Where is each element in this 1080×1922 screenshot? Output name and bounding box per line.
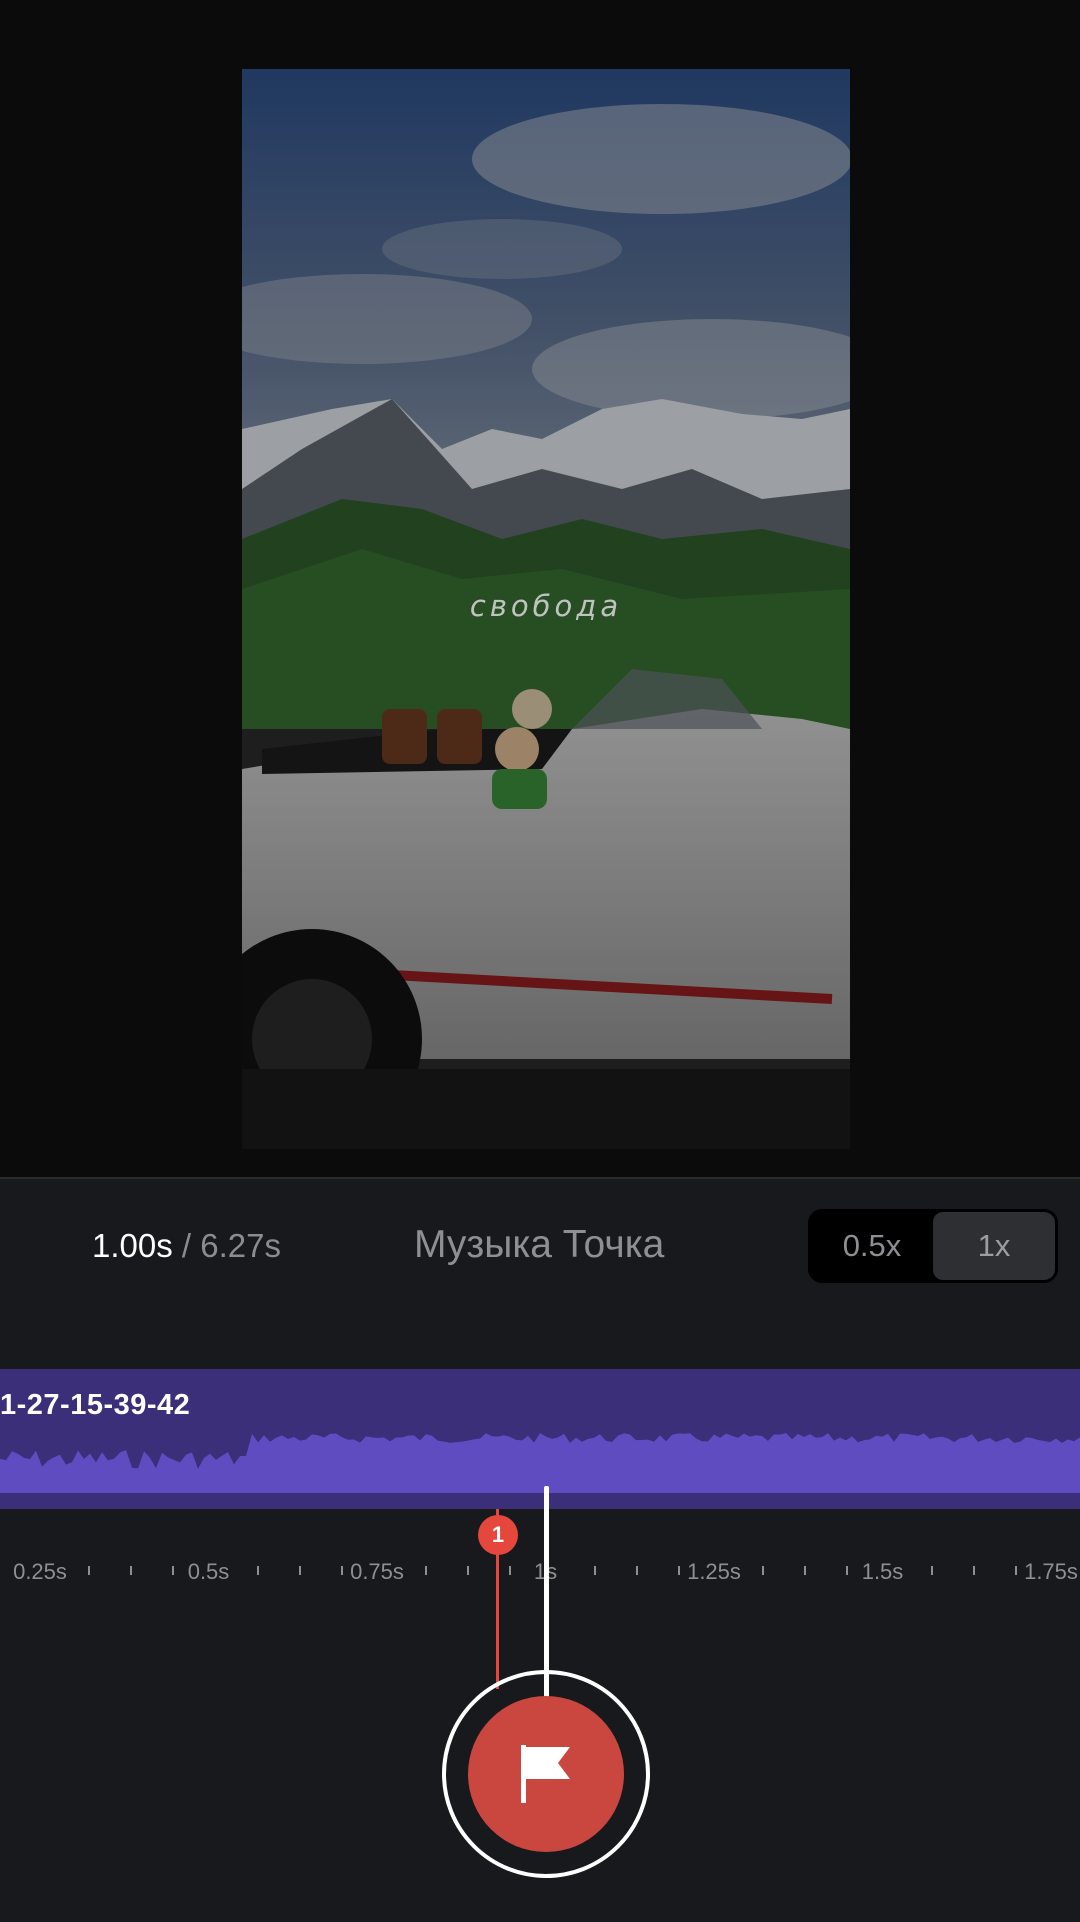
marker-badge[interactable]: 1 [478,1515,518,1555]
ruler-tick [130,1566,133,1575]
ruler-label: 1.75s [1024,1559,1078,1584]
add-marker-button[interactable] [442,1670,650,1878]
ruler-tick [635,1566,638,1575]
ruler-tick [340,1566,343,1575]
ruler-tick [846,1566,849,1575]
speed-toggle[interactable]: 0.5x 1x [808,1209,1058,1283]
ruler-tick [677,1566,680,1575]
total-time: 6.27s [200,1227,281,1264]
current-time-value: 1.00 [92,1227,157,1264]
audio-waveform [0,1433,1080,1493]
ruler-tick [256,1566,259,1575]
ruler-label: 0.25s [13,1559,67,1584]
video-preview-area: свобода [0,0,1080,1177]
audio-clip[interactable]: 1-27-15-39-42 [0,1369,1080,1509]
ruler-label: 1.25s [687,1559,741,1584]
speed-option-1x[interactable]: 1x [933,1212,1055,1280]
time-separator: / [181,1227,192,1264]
current-time-unit: s [156,1227,173,1264]
ruler-label: 0.75s [350,1559,404,1584]
timeline[interactable]: 1-27-15-39-42 0.25s0.5s0.75s1s1.25s1.5s1… [0,1369,1080,1791]
flag-icon [521,1745,570,1803]
time-ruler[interactable]: 0.25s0.5s0.75s1s1.25s1.5s1.75s [0,1559,1080,1599]
ruler-label: 0.5s [187,1559,230,1584]
audio-clip-label: 1-27-15-39-42 [0,1389,191,1421]
ruler-tick [172,1566,175,1575]
ruler-tick [593,1566,596,1575]
ruler-tick [930,1566,933,1575]
ruler-tick [804,1566,807,1575]
time-readout: 1.00s / 6.27s [92,1227,281,1265]
ruler-label: 1.5s [861,1559,904,1584]
speed-option-0.5x[interactable]: 0.5x [811,1212,933,1280]
video-overlay-text[interactable]: свобода [242,589,850,623]
ruler-tick [1014,1566,1017,1575]
ruler-tick [509,1566,512,1575]
ruler-tick [88,1566,91,1575]
ruler-tick [298,1566,301,1575]
track-title[interactable]: Музыка Точка [414,1223,664,1267]
ruler-tick [762,1566,765,1575]
ruler-tick [972,1566,975,1575]
editor-panel: 1.00s / 6.27s Музыка Точка 0.5x 1x 1-27-… [0,1177,1080,1922]
video-frame[interactable]: свобода [242,69,850,1149]
add-marker-button-fill [468,1696,624,1852]
ruler-tick [425,1566,428,1575]
ruler-tick [467,1566,470,1575]
